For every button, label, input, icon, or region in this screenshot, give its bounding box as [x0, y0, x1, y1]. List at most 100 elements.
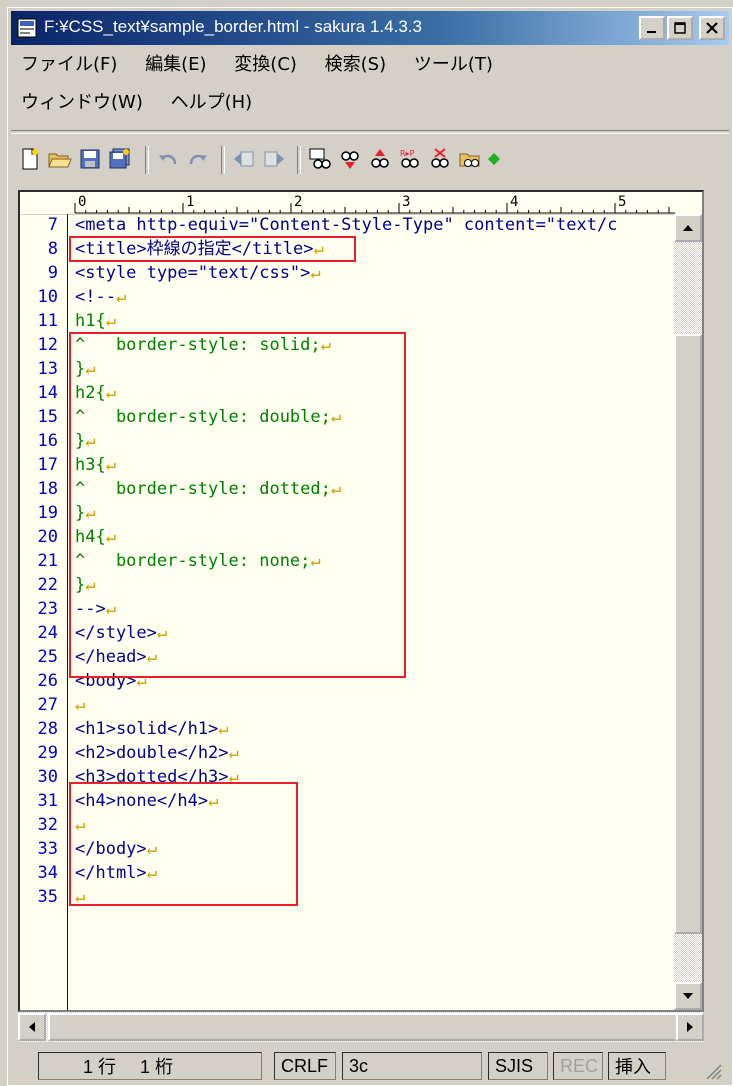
return-mark-icon: ↵	[105, 311, 116, 331]
highlight-css-rules	[69, 332, 406, 678]
line-number: 29	[37, 743, 58, 763]
line-number: 11	[37, 311, 58, 331]
minimize-button[interactable]	[639, 16, 665, 40]
line-number: 31	[37, 791, 58, 811]
status-line: 1 行	[83, 1057, 117, 1077]
save-all-icon[interactable]	[107, 146, 133, 172]
undo-icon[interactable]	[155, 146, 181, 172]
menu-convert[interactable]: 変換(C)	[234, 50, 297, 76]
vertical-scrollbar[interactable]	[674, 214, 702, 1010]
line-number: 30	[37, 767, 58, 787]
line-number: 23	[37, 599, 58, 619]
close-icon	[706, 22, 718, 34]
line-number: 12	[37, 335, 58, 355]
line-number: 13	[37, 359, 58, 379]
status-encoding[interactable]: SJIS	[488, 1052, 548, 1080]
line-number: 20	[37, 527, 58, 547]
line-number: 35	[37, 887, 58, 907]
ruler-label: 3	[402, 194, 410, 210]
line-number: 7	[47, 215, 58, 235]
line-text: <meta http-equiv="Content-Style-Type" co…	[75, 215, 618, 235]
toolbar-separator	[297, 146, 301, 174]
line-number: 26	[37, 671, 58, 691]
line-text: <style type="text/css">↵	[75, 263, 321, 283]
line-number: 16	[37, 431, 58, 451]
return-mark-icon: ↵	[228, 743, 239, 763]
line-number: 27	[37, 695, 58, 715]
bookmark-icon[interactable]	[481, 146, 507, 172]
toolbar: R▸P	[11, 140, 732, 180]
search-prev-icon[interactable]	[337, 146, 363, 172]
status-insert-mode[interactable]: 挿入	[608, 1052, 666, 1080]
column-ruler: 0 1 2 3 4 5	[20, 192, 702, 215]
ruler-label: 5	[618, 194, 626, 210]
maximize-icon	[674, 22, 686, 34]
window-title: F:¥CSS_text¥sample_border.html - sakura …	[44, 17, 422, 36]
jump-back-icon[interactable]	[231, 146, 257, 172]
menu-search[interactable]: 検索(S)	[325, 50, 386, 76]
line-text: <h1>solid</h1>↵	[75, 719, 229, 739]
scroll-right-button[interactable]	[676, 1013, 704, 1041]
ruler-label: 0	[78, 194, 86, 210]
line-text: ↵	[75, 694, 85, 716]
maximize-button[interactable]	[667, 16, 693, 40]
search-icon[interactable]	[307, 146, 333, 172]
open-file-icon[interactable]	[457, 146, 483, 172]
line-number: 8	[47, 239, 58, 259]
toolbar-separator	[221, 146, 225, 174]
line-number: 25	[37, 647, 58, 667]
delete-search-icon[interactable]	[427, 146, 453, 172]
menu-file[interactable]: ファイル(F)	[21, 50, 117, 76]
status-rec: REC	[553, 1052, 603, 1080]
line-number: 9	[47, 263, 58, 283]
status-eol[interactable]: CRLF	[274, 1052, 336, 1080]
toolbar-separator	[145, 146, 149, 174]
menu-help[interactable]: ヘルプ(H)	[171, 88, 253, 114]
scroll-up-button[interactable]	[674, 214, 702, 242]
jump-forward-icon[interactable]	[261, 146, 287, 172]
return-mark-icon: ↵	[75, 695, 86, 715]
line-number: 33	[37, 839, 58, 859]
line-number: 34	[37, 863, 58, 883]
return-mark-icon: ↵	[218, 719, 229, 739]
left-arrow-icon	[29, 1022, 35, 1032]
status-bar: 1 行 1 桁 CRLF 3c SJIS REC 挿入	[18, 1048, 728, 1084]
horizontal-scrollbar[interactable]	[18, 1012, 704, 1042]
sakura-app-icon	[17, 18, 37, 38]
line-number: 18	[37, 479, 58, 499]
editor-window: F:¥CSS_text¥sample_border.html - sakura …	[7, 7, 733, 1086]
ruler-label: 4	[510, 194, 518, 210]
highlight-headings	[69, 782, 298, 906]
new-file-icon[interactable]	[17, 146, 43, 172]
line-number: 14	[37, 383, 58, 403]
open-folder-icon[interactable]	[47, 146, 73, 172]
svg-text:R▸P: R▸P	[400, 149, 415, 158]
replace-icon[interactable]: R▸P	[397, 146, 423, 172]
status-column: 1 桁	[140, 1057, 174, 1077]
h-scroll-thumb[interactable]	[48, 1013, 688, 1041]
menu-row-1: ファイル(F) 編集(E) 変換(C) 検索(S) ツール(T)	[21, 50, 515, 78]
minimize-icon	[647, 31, 656, 33]
resize-grip-icon[interactable]	[702, 1060, 722, 1080]
search-next-icon[interactable]	[367, 146, 393, 172]
line-text: h1{↵	[75, 311, 116, 331]
scroll-left-button[interactable]	[18, 1013, 46, 1041]
close-button[interactable]	[699, 16, 725, 40]
editor-area[interactable]: 012345 7 <meta http-equiv="Content-Style-…	[18, 190, 704, 1012]
return-mark-icon: ↵	[310, 263, 321, 283]
save-icon[interactable]	[77, 146, 103, 172]
line-number: 17	[37, 455, 58, 475]
menu-window[interactable]: ウィンドウ(W)	[21, 88, 143, 114]
title-bar[interactable]: F:¥CSS_text¥sample_border.html - sakura …	[11, 11, 729, 45]
scroll-down-button[interactable]	[674, 982, 702, 1010]
redo-icon[interactable]	[185, 146, 211, 172]
line-number: 15	[37, 407, 58, 427]
menu-row-2: ウィンドウ(W) ヘルプ(H)	[21, 88, 274, 116]
menu-tools[interactable]: ツール(T)	[414, 50, 493, 76]
line-number: 10	[37, 287, 58, 307]
line-text: <!--↵	[75, 287, 127, 307]
menu-edit[interactable]: 編集(E)	[145, 50, 206, 76]
line-text: <h2>double</h2>↵	[75, 743, 239, 763]
scroll-thumb[interactable]	[674, 334, 702, 934]
line-number: 22	[37, 575, 58, 595]
